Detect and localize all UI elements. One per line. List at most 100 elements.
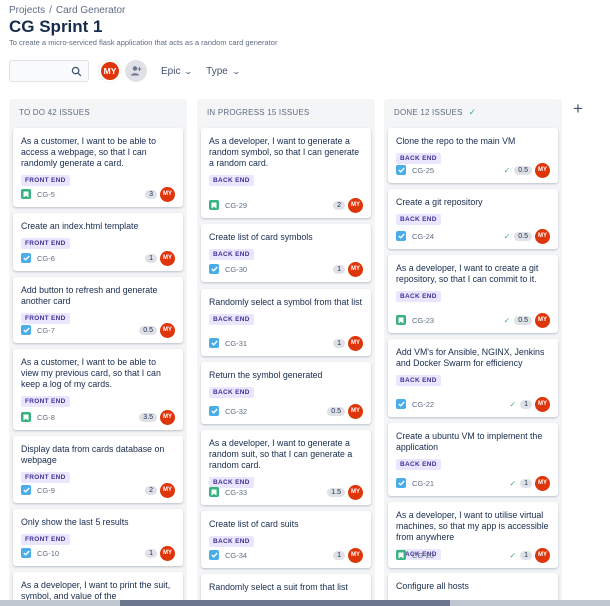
horizontal-scrollbar[interactable] — [0, 600, 610, 606]
issue-key[interactable]: CG-34 — [225, 551, 247, 560]
issue-card[interactable]: As a developer, I want to create a git r… — [388, 255, 558, 333]
issue-key[interactable]: CG-6 — [37, 254, 55, 263]
issue-label: FRONT END — [21, 396, 70, 407]
issue-card[interactable]: Create a git repository BACK END CG-24 ✓ 0.5… — [388, 189, 558, 249]
issue-summary: Randomly select a symbol from that list — [209, 297, 363, 307]
assignee-avatar[interactable]: MY — [348, 403, 363, 419]
story-icon — [21, 189, 31, 199]
assignee-avatar[interactable]: MY — [160, 250, 175, 266]
search-input[interactable] — [9, 60, 89, 82]
issue-card[interactable]: Create list of card symbols BACK END CG-30… — [201, 224, 371, 282]
issue-card[interactable]: Display data from cards database on webp… — [13, 436, 183, 503]
issue-key[interactable]: CG-8 — [37, 413, 55, 422]
issue-summary: Create list of card symbols — [209, 232, 313, 242]
add-column-button[interactable]: + — [568, 99, 588, 119]
issue-key[interactable]: CG-7 — [37, 326, 55, 335]
add-person-icon — [131, 66, 142, 76]
card-footer: CG-30 1 MY — [209, 261, 363, 277]
assignee-avatar[interactable]: MY — [348, 197, 363, 213]
story-points-badge: 0.5 — [514, 315, 532, 325]
check-icon: ✓ — [503, 315, 511, 325]
story-points-badge: 1 — [520, 478, 532, 488]
issue-card[interactable]: Return the symbol generated BACK END CG-32… — [201, 362, 371, 424]
breadcrumb-separator: / — [49, 5, 52, 16]
assignee-avatar[interactable]: MY — [348, 547, 363, 563]
card-footer: CG-20 ✓ 1 MY — [396, 547, 550, 563]
issue-card[interactable]: Only show the last 5 results FRONT END CG-… — [13, 509, 183, 566]
assignee-avatar[interactable]: MY — [535, 396, 550, 412]
issue-label: FRONT END — [21, 175, 70, 186]
story-icon — [209, 487, 219, 497]
assignee-avatar[interactable]: MY — [348, 484, 363, 500]
issue-key[interactable]: CG-25 — [412, 166, 434, 175]
issue-card[interactable]: As a developer, I want to generate a ran… — [201, 128, 371, 218]
assignee-avatar[interactable]: MY — [160, 545, 175, 561]
assignee-avatar[interactable]: MY — [535, 312, 550, 328]
issue-label: BACK END — [396, 214, 441, 225]
breadcrumb-projects[interactable]: Projects — [9, 5, 45, 16]
issue-label: BACK END — [396, 459, 441, 470]
card-footer: CG-23 ✓ 0.5 MY — [396, 312, 550, 328]
add-people-button[interactable] — [125, 60, 147, 82]
epic-filter[interactable]: Epic ⌄ — [161, 66, 193, 77]
issue-summary: As a developer, I want to create a git r… — [396, 263, 539, 284]
card-footer: CG-31 1 MY — [209, 335, 363, 351]
story-points-badge: 3.5 — [139, 412, 157, 422]
assignee-avatar[interactable]: MY — [535, 547, 550, 563]
issue-card[interactable]: Clone the repo to the main VM BACK END CG-… — [388, 128, 558, 183]
issue-key[interactable]: CG-23 — [412, 316, 434, 325]
issue-card[interactable]: As a customer, I want to be able to acce… — [13, 128, 183, 207]
issue-label: BACK END — [209, 536, 254, 547]
issue-card[interactable]: As a developer, I want to generate a ran… — [201, 430, 371, 505]
check-icon: ✓ — [509, 550, 517, 560]
issue-key[interactable]: CG-33 — [225, 488, 247, 497]
issue-key[interactable]: CG-29 — [225, 201, 247, 210]
assignee-avatar[interactable]: MY — [348, 335, 363, 351]
assignee-avatar[interactable]: MY — [535, 228, 550, 244]
issue-card[interactable]: Randomly select a symbol from that list B… — [201, 289, 371, 356]
issue-card[interactable]: Create an index.html template FRONT END CG… — [13, 213, 183, 271]
issue-card[interactable]: As a developer, I want to utilise virtua… — [388, 502, 558, 568]
issue-key[interactable]: CG-32 — [225, 407, 247, 416]
issue-summary: Only show the last 5 results — [21, 517, 129, 527]
issue-key[interactable]: CG-30 — [225, 265, 247, 274]
issue-key[interactable]: CG-24 — [412, 232, 434, 241]
issue-key[interactable]: CG-31 — [225, 339, 247, 348]
assignee-avatar[interactable]: MY — [160, 409, 175, 425]
issue-card[interactable]: Create list of card suits BACK END CG-34 1 M… — [201, 511, 371, 568]
issue-summary: Configure all hosts — [396, 581, 469, 591]
issue-key[interactable]: CG-20 — [412, 551, 434, 560]
scrollbar-thumb[interactable] — [120, 600, 450, 606]
task-check-icon — [396, 399, 406, 409]
issue-card[interactable]: As a customer, I want to be able to view… — [13, 349, 183, 430]
issue-key[interactable]: CG-22 — [412, 400, 434, 409]
card-footer: CG-22 ✓ 1 MY — [396, 396, 550, 412]
type-filter[interactable]: Type ⌄ — [206, 66, 241, 77]
card-footer: CG-6 1 MY — [21, 250, 175, 266]
assignee-avatar[interactable]: MY — [348, 261, 363, 277]
card-footer: CG-34 1 MY — [209, 547, 363, 563]
issue-label: BACK END — [209, 175, 254, 186]
user-avatar-filter[interactable]: MY — [99, 60, 121, 82]
issue-key[interactable]: CG-5 — [37, 190, 55, 199]
chevron-down-icon: ⌄ — [231, 66, 241, 76]
assignee-avatar[interactable]: MY — [535, 162, 550, 178]
check-icon: ✓ — [503, 165, 511, 175]
issue-summary: Clone the repo to the main VM — [396, 136, 516, 146]
issue-card[interactable]: Add button to refresh and generate anoth… — [13, 277, 183, 343]
assignee-avatar[interactable]: MY — [160, 186, 175, 202]
assignee-avatar[interactable]: MY — [160, 482, 175, 498]
issue-key[interactable]: CG-10 — [37, 549, 59, 558]
assignee-avatar[interactable]: MY — [160, 322, 175, 338]
issue-label: BACK END — [209, 249, 254, 260]
issue-key[interactable]: CG-9 — [37, 486, 55, 495]
breadcrumb-project[interactable]: Card Generator — [56, 5, 125, 16]
issue-key[interactable]: CG-21 — [412, 479, 434, 488]
issue-card[interactable]: Create a ubuntu VM to implement the appl… — [388, 423, 558, 496]
issue-card[interactable]: Add VM's for Ansible, NGINX, Jenkins and… — [388, 339, 558, 417]
card-footer: CG-29 2 MY — [209, 197, 363, 213]
assignee-avatar[interactable]: MY — [535, 475, 550, 491]
story-points-badge: 1 — [145, 548, 157, 558]
story-points-badge: 3 — [145, 189, 157, 199]
card-footer: CG-33 1.5 MY — [209, 484, 363, 500]
